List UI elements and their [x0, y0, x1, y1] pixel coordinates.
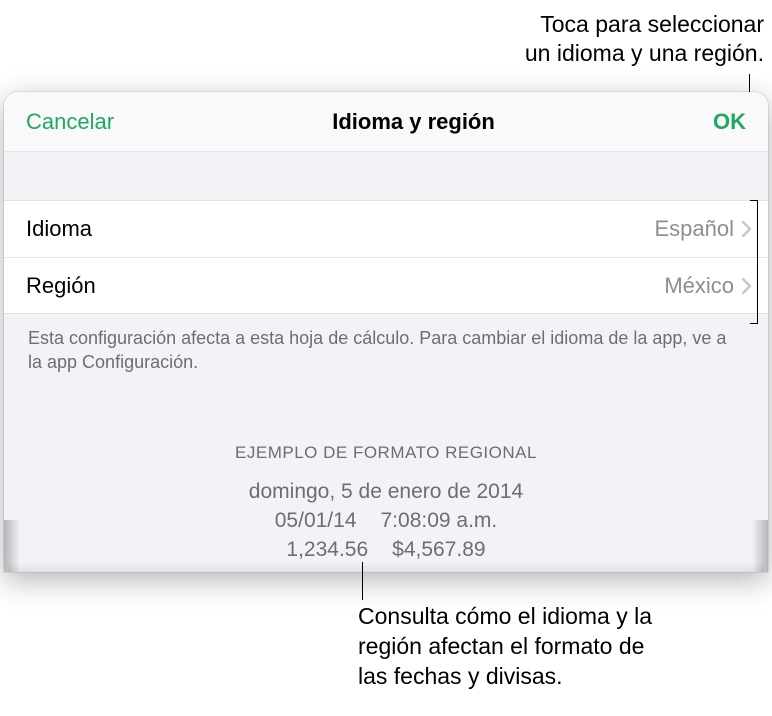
callout-bottom-leader	[362, 562, 363, 600]
region-label: Región	[26, 273, 664, 299]
settings-footer-note: Esta configuración afecta a esta hoja de…	[4, 314, 768, 387]
language-region-modal: Cancelar Idioma y región OK Idioma Españ…	[4, 92, 768, 572]
example-time: 7:08:09 a.m.	[381, 506, 498, 535]
example-short-row: 05/01/14 7:08:09 a.m.	[4, 506, 768, 535]
callout-top-text-1: Toca para seleccionar	[525, 10, 764, 39]
callout-bottom-text-3: las fechas y divisas.	[358, 662, 652, 692]
modal-title: Idioma y región	[332, 109, 495, 135]
language-row[interactable]: Idioma Español	[4, 201, 768, 257]
example-header: EJEMPLO DE FORMATO REGIONAL	[4, 443, 768, 463]
callout-bottom-text-1: Consulta cómo el idioma y la	[358, 602, 652, 632]
settings-list: Idioma Español Región México	[4, 200, 768, 314]
callout-top: Toca para seleccionar un idioma y una re…	[525, 10, 764, 68]
region-row[interactable]: Región México	[4, 257, 768, 313]
example-number: 1,234.56	[286, 535, 368, 564]
example-currency: $4,567.89	[392, 535, 485, 564]
callout-bottom: Consulta cómo el idioma y la región afec…	[358, 602, 652, 692]
region-value: México	[664, 273, 734, 299]
example-date-long: domingo, 5 de enero de 2014	[4, 477, 768, 506]
example-number-row: 1,234.56 $4,567.89	[4, 535, 768, 564]
callout-right-bracket	[750, 200, 758, 324]
modal-header: Cancelar Idioma y región OK	[4, 92, 768, 152]
modal-fade-edge	[8, 562, 764, 572]
ok-button[interactable]: OK	[713, 109, 746, 135]
shadow-left	[4, 520, 20, 572]
language-label: Idioma	[26, 216, 654, 242]
callout-bottom-text-2: región afectan el formato de	[358, 632, 652, 662]
shadow-right	[752, 520, 768, 572]
language-value: Español	[654, 216, 734, 242]
cancel-button[interactable]: Cancelar	[26, 109, 114, 135]
callout-top-text-2: un idioma y una región.	[525, 39, 764, 68]
regional-format-example: EJEMPLO DE FORMATO REGIONAL domingo, 5 d…	[4, 443, 768, 565]
example-date-short: 05/01/14	[275, 506, 357, 535]
